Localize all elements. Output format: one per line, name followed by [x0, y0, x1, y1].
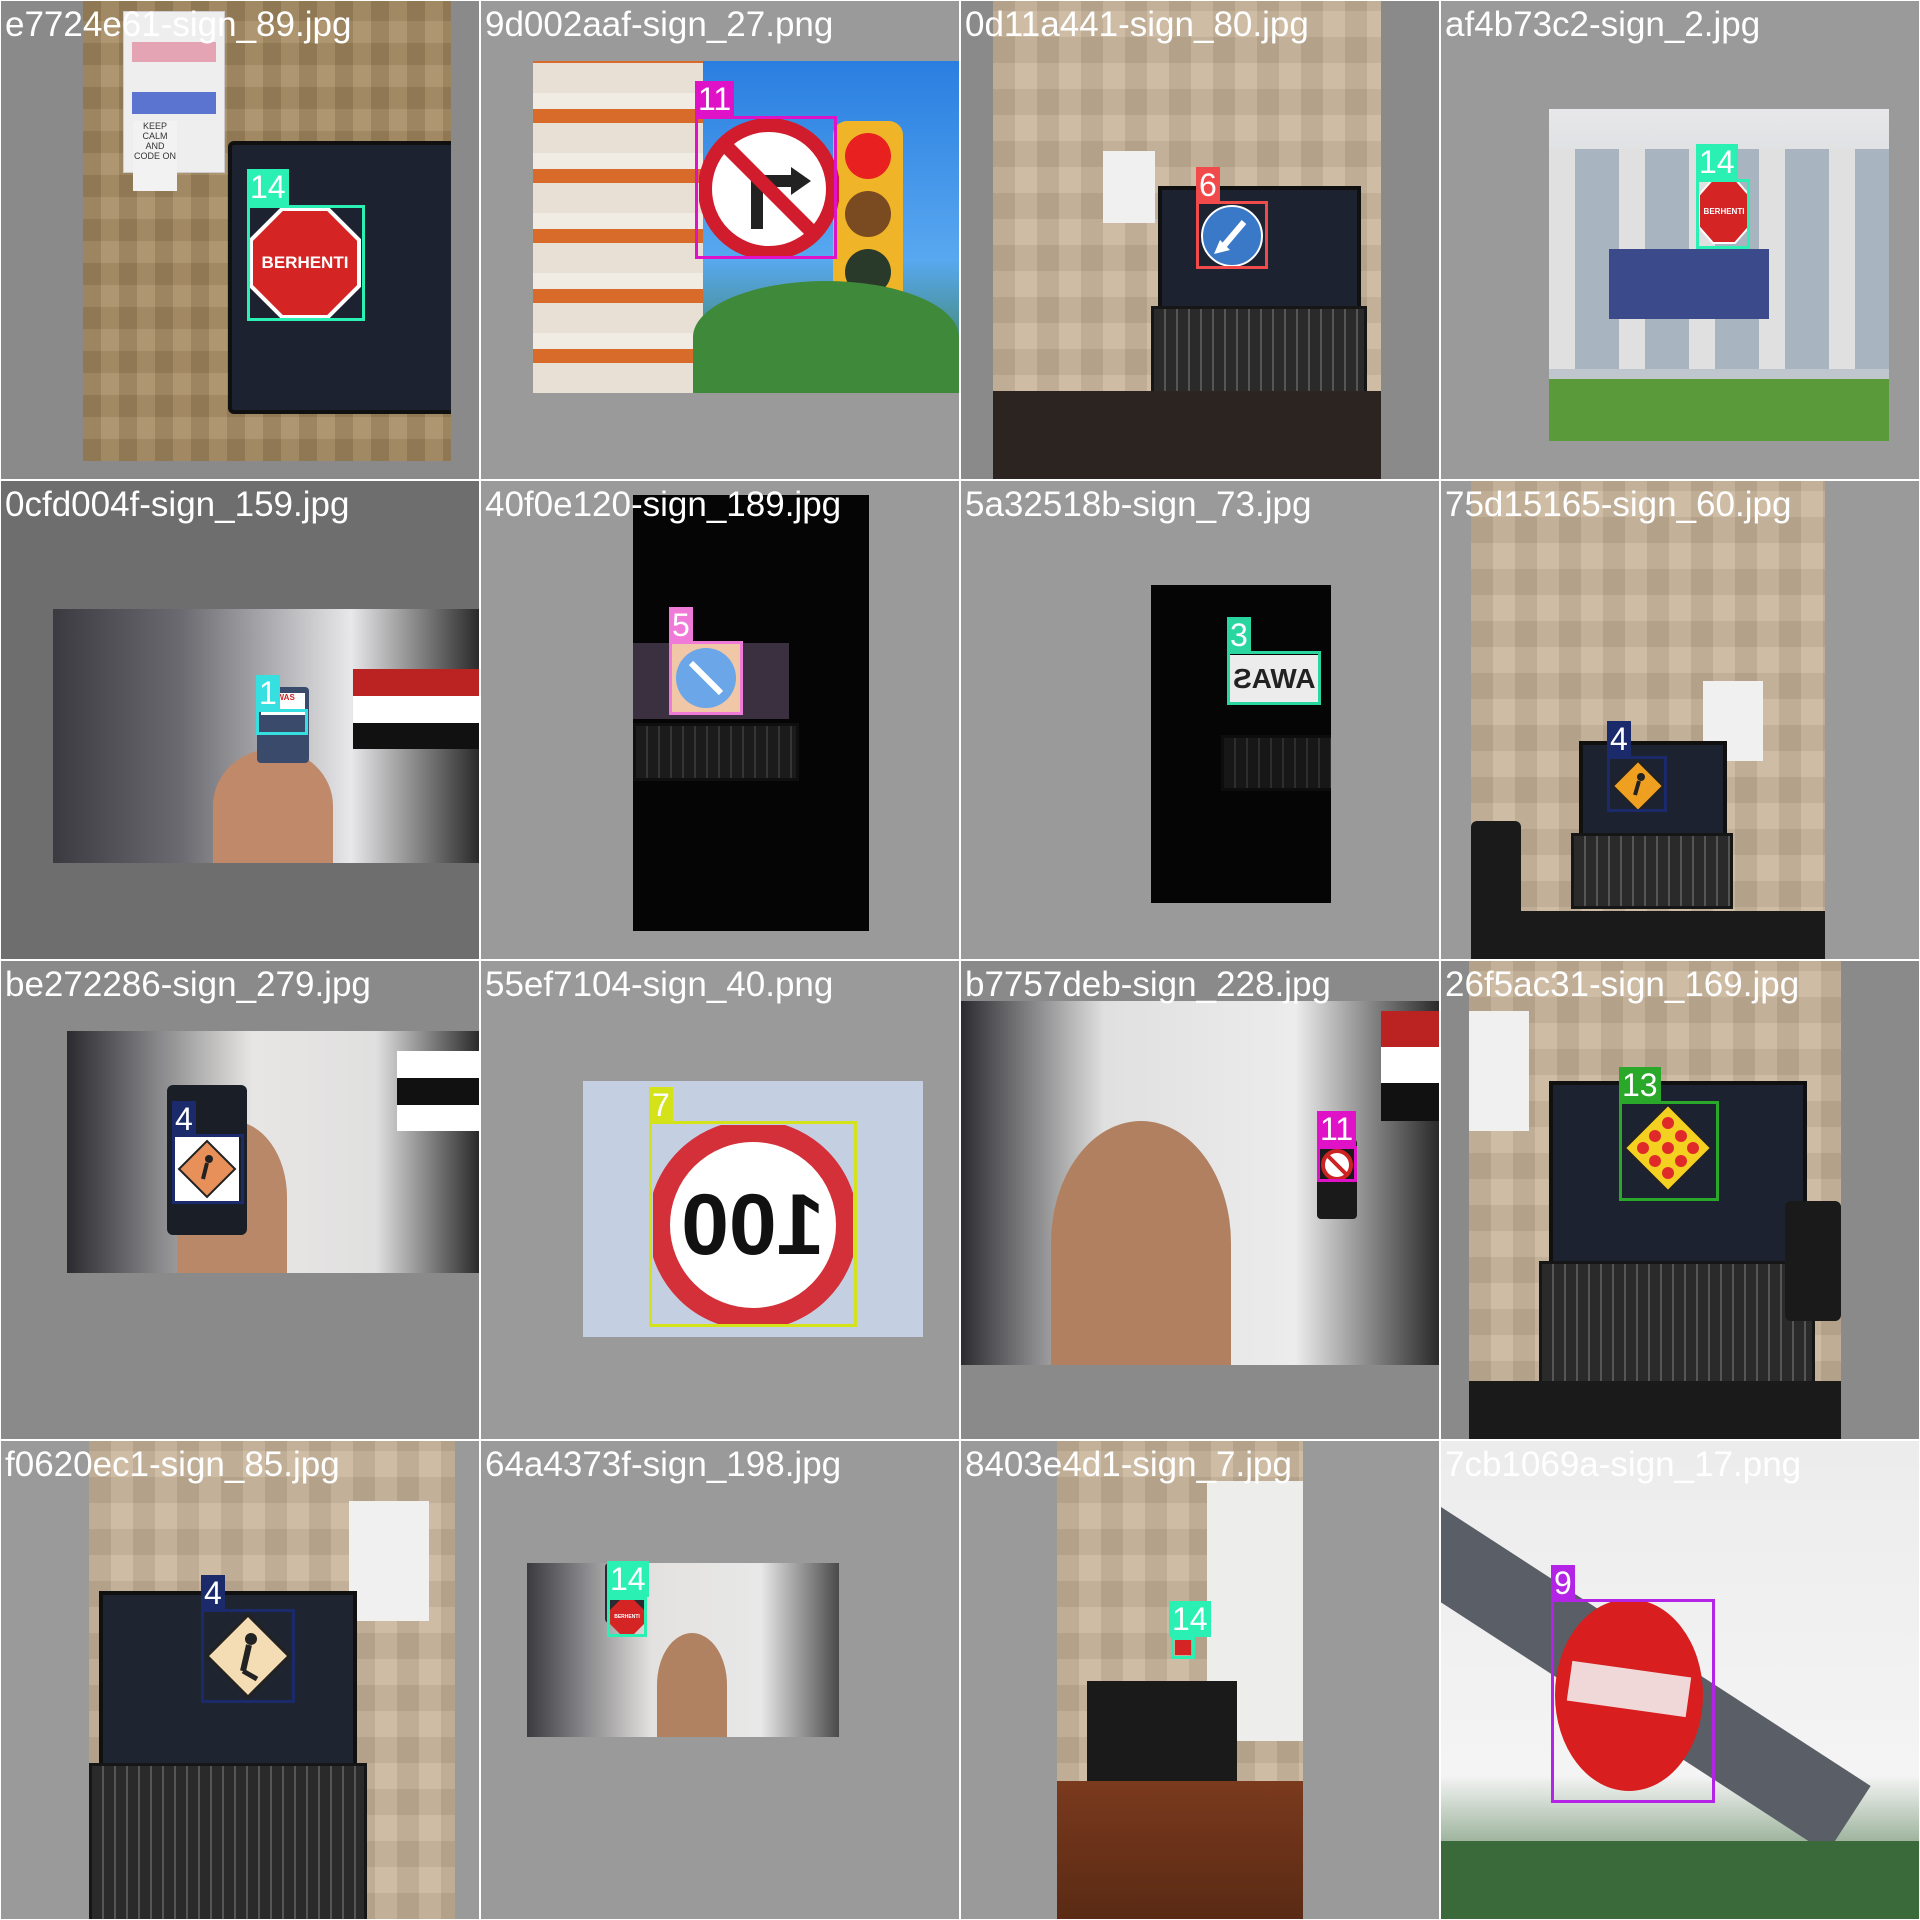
- paper-note: [1469, 1011, 1529, 1131]
- bounding-box: [1619, 1101, 1719, 1201]
- mosaic-tile[interactable]: BERHENTI 14 af4b73c2-sign_2.jpg: [1441, 1, 1919, 479]
- tumbler: [1471, 821, 1521, 921]
- filename-label: 5a32518b-sign_73.jpg: [965, 485, 1312, 524]
- filename-label: 40f0e120-sign_189.jpg: [485, 485, 842, 524]
- photo: [961, 1001, 1439, 1365]
- class-label: 14: [247, 169, 289, 205]
- bounding-box: [1317, 1146, 1357, 1182]
- filename-label: f0620ec1-sign_85.jpg: [5, 1445, 340, 1484]
- mosaic-tile[interactable]: 6 0d11a441-sign_80.jpg: [961, 1, 1439, 479]
- filename-label: af4b73c2-sign_2.jpg: [1445, 5, 1761, 44]
- filename-label: 26f5ac31-sign_169.jpg: [1445, 965, 1800, 1004]
- mosaic-tile[interactable]: 11 b7757deb-sign_228.jpg: [961, 961, 1439, 1439]
- mosaic-tile[interactable]: AWAS 1 0cfd004f-sign_159.jpg: [1, 481, 479, 959]
- tumbler: [1785, 1201, 1841, 1321]
- class-label: 14: [1696, 144, 1738, 180]
- mosaic-tile[interactable]: KEEP CALM AND CODE ON BERHENTI 14 e7724e…: [1, 1, 479, 479]
- window-display: [1609, 249, 1769, 319]
- class-label: 11: [695, 81, 735, 117]
- photo: [67, 1031, 479, 1273]
- filename-label: 8403e4d1-sign_7.jpg: [965, 1445, 1292, 1484]
- class-label: 3: [1227, 617, 1251, 653]
- filename-label: 9d002aaf-sign_27.png: [485, 5, 834, 44]
- filename-label: be272286-sign_279.jpg: [5, 965, 371, 1004]
- photo: [527, 1563, 839, 1737]
- mosaic-tile[interactable]: 4 be272286-sign_279.jpg: [1, 961, 479, 1439]
- flag: [397, 1051, 479, 1131]
- mosaic-tile[interactable]: 5 40f0e120-sign_189.jpg: [481, 481, 959, 959]
- filename-label: 0cfd004f-sign_159.jpg: [5, 485, 350, 524]
- keyboard: [1571, 833, 1733, 909]
- bounding-box: [1551, 1599, 1715, 1803]
- mosaic-tile[interactable]: 14 8403e4d1-sign_7.jpg: [961, 1441, 1439, 1919]
- mosaic-tile[interactable]: 9 7cb1069a-sign_17.png: [1441, 1441, 1919, 1919]
- person: [657, 1633, 727, 1737]
- photo: [1057, 1441, 1303, 1919]
- bounding-box: [669, 641, 743, 715]
- filename-label: 0d11a441-sign_80.jpg: [965, 5, 1309, 44]
- class-label: 4: [172, 1101, 196, 1137]
- class-label: 14: [1169, 1601, 1211, 1637]
- class-label: 13: [1619, 1067, 1661, 1103]
- bounding-box: [1607, 756, 1667, 812]
- desk-setup: [1087, 1681, 1237, 1791]
- bounding-box: [247, 205, 365, 321]
- keyboard: [1221, 735, 1331, 791]
- photo: [993, 1, 1381, 479]
- bounding-box: [201, 1609, 295, 1703]
- bounding-box: [695, 116, 837, 259]
- mosaic-grid: KEEP CALM AND CODE ON BERHENTI 14 e7724e…: [0, 0, 1920, 1920]
- poster: KEEP CALM AND CODE ON: [133, 121, 177, 191]
- plants: [1549, 379, 1889, 441]
- paper-note: [349, 1501, 429, 1621]
- class-label: 4: [1607, 721, 1631, 757]
- mosaic-tile[interactable]: 13 26f5ac31-sign_169.jpg: [1441, 961, 1919, 1439]
- mosaic-tile[interactable]: 4 75d15165-sign_60.jpg: [1441, 481, 1919, 959]
- class-label: 6: [1196, 167, 1220, 203]
- floor: [1057, 1781, 1303, 1919]
- desk: [1471, 911, 1825, 959]
- building: [533, 61, 703, 393]
- class-label: 9: [1551, 1565, 1575, 1601]
- filename-label: b7757deb-sign_228.jpg: [965, 965, 1331, 1004]
- class-label: 14: [607, 1561, 649, 1597]
- flag: [353, 669, 479, 749]
- bounding-box: [172, 1134, 244, 1204]
- mosaic-tile[interactable]: AWAS 3 5a32518b-sign_73.jpg: [961, 481, 1439, 959]
- mosaic-tile[interactable]: 11 9d002aaf-sign_27.png: [481, 1, 959, 479]
- class-label: 7: [649, 1087, 673, 1123]
- flag: [1381, 1011, 1439, 1121]
- bounding-box: [649, 1121, 857, 1327]
- keyboard: [89, 1763, 367, 1919]
- bounding-box: [607, 1597, 647, 1637]
- keyboard: [1539, 1261, 1815, 1387]
- bounding-box: [1227, 651, 1321, 705]
- photo: [1471, 481, 1825, 959]
- bounding-box: [1171, 1637, 1195, 1659]
- bounding-box: [256, 709, 308, 735]
- mosaic-tile[interactable]: BERHENTI 14 64a4373f-sign_198.jpg: [481, 1441, 959, 1919]
- trees: [693, 281, 959, 393]
- desk: [1469, 1381, 1841, 1439]
- bounding-box: [1696, 179, 1750, 249]
- mosaic-tile[interactable]: 4 f0620ec1-sign_85.jpg: [1, 1441, 479, 1919]
- mosaic-tile[interactable]: 100 7 55ef7104-sign_40.png: [481, 961, 959, 1439]
- class-label: 1: [256, 675, 280, 711]
- person: [213, 749, 333, 863]
- bounding-box: [1196, 201, 1268, 269]
- paper-note: [1103, 151, 1155, 223]
- class-label: 5: [669, 607, 693, 643]
- desk: [993, 391, 1381, 479]
- filename-label: 7cb1069a-sign_17.png: [1445, 1445, 1802, 1484]
- filename-label: 75d15165-sign_60.jpg: [1445, 485, 1792, 524]
- trees: [1441, 1841, 1919, 1919]
- filename-label: 64a4373f-sign_198.jpg: [485, 1445, 842, 1484]
- keyboard: [633, 723, 799, 781]
- filename-label: e7724e61-sign_89.jpg: [5, 5, 352, 44]
- filename-label: 55ef7104-sign_40.png: [485, 965, 834, 1004]
- class-label: 4: [201, 1575, 225, 1611]
- class-label: 11: [1317, 1111, 1357, 1147]
- person: [1051, 1121, 1231, 1365]
